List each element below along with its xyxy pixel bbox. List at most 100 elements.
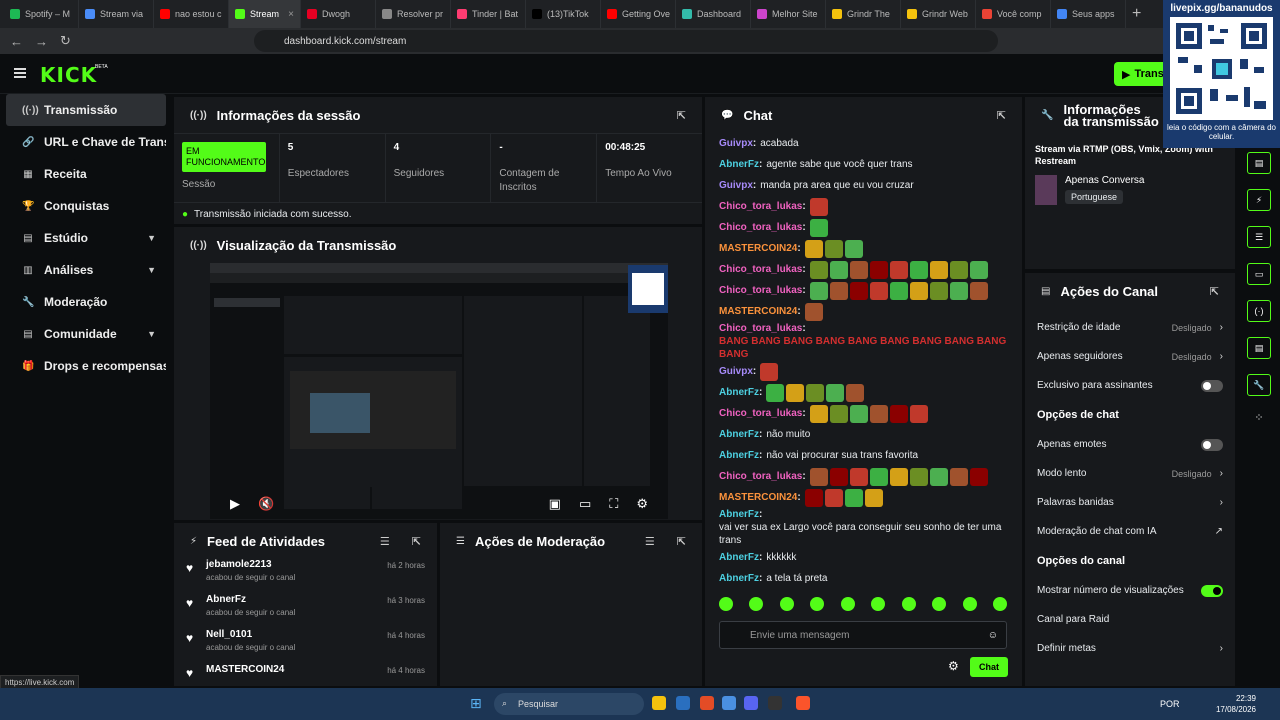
chevron-down-icon[interactable]: ▼ xyxy=(147,265,156,275)
chat-username[interactable]: MASTERCOIN24 xyxy=(719,491,797,504)
chat-username[interactable]: Chico_tora_lukas xyxy=(719,263,802,276)
sidebar-item[interactable]: ▥ Análises ▼ xyxy=(6,254,166,286)
chat-username[interactable]: AbnerFz xyxy=(719,428,759,441)
chevron-down-icon[interactable]: ▼ xyxy=(147,329,156,339)
pip-icon[interactable]: ▣ xyxy=(549,496,561,512)
chat-username[interactable]: Guivpx xyxy=(719,179,753,192)
browser-tab[interactable]: Você comp xyxy=(976,0,1051,28)
obs-icon[interactable] xyxy=(768,696,782,710)
rail-list-icon[interactable]: ☰ xyxy=(1247,226,1271,248)
settings-icon[interactable]: ⚙ xyxy=(636,496,648,512)
emoji-icon[interactable]: ☺ xyxy=(988,630,998,641)
chat-emote-icon[interactable] xyxy=(826,383,845,402)
chat-emote-icon[interactable] xyxy=(844,239,863,258)
channel-option[interactable]: Mostrar número de visualizações xyxy=(1025,576,1235,605)
chat-username[interactable]: AbnerFz xyxy=(719,551,759,564)
chat-emote-icon[interactable] xyxy=(804,302,823,321)
rail-wrench-icon[interactable]: 🔧 xyxy=(1247,374,1271,396)
edge-icon[interactable] xyxy=(722,696,736,710)
chat-emote-icon[interactable] xyxy=(809,281,828,300)
chat-username[interactable]: AbnerFz xyxy=(719,508,759,521)
chevron-right-icon[interactable]: › xyxy=(1220,643,1223,654)
chat-username[interactable]: AbnerFz xyxy=(719,386,759,399)
chat-emote-icon[interactable] xyxy=(849,260,868,279)
chat-emote-icon[interactable] xyxy=(804,488,823,507)
chat-username[interactable]: Chico_tora_lukas xyxy=(719,284,802,297)
popout-icon[interactable]: ⇱ xyxy=(1210,285,1219,298)
chat-emote-icon[interactable] xyxy=(786,383,805,402)
discord-icon[interactable] xyxy=(744,696,758,710)
brave-icon[interactable] xyxy=(796,696,810,710)
chat-emote-icon[interactable] xyxy=(806,383,825,402)
channel-option[interactable]: Palavras banidas › xyxy=(1025,488,1235,517)
chat-emote-icon[interactable] xyxy=(949,281,968,300)
chevron-right-icon[interactable]: › xyxy=(1220,351,1223,362)
rail-lightning-icon[interactable]: ⚡ xyxy=(1247,189,1271,211)
chat-emote-icon[interactable] xyxy=(804,239,823,258)
chat-emote-icon[interactable] xyxy=(929,281,948,300)
play-icon[interactable]: ▶ xyxy=(230,496,240,512)
chat-emote-icon[interactable] xyxy=(929,260,948,279)
channel-option[interactable]: Apenas seguidores Desligado › xyxy=(1025,342,1235,371)
popout-icon[interactable]: ⇱ xyxy=(677,535,686,548)
emote-picker-icon[interactable] xyxy=(962,597,977,611)
chat-emote-icon[interactable] xyxy=(849,467,868,486)
rail-chat-icon[interactable]: ▭ xyxy=(1247,263,1271,285)
channel-option[interactable]: Restrição de idade Desligado › xyxy=(1025,313,1235,342)
chat-emote-icon[interactable] xyxy=(766,383,785,402)
rail-more-icon[interactable]: ⁘ xyxy=(1238,411,1280,424)
windows-start-icon[interactable]: ⊞ xyxy=(470,695,482,712)
chat-emote-icon[interactable] xyxy=(889,281,908,300)
chevron-right-icon[interactable]: › xyxy=(1220,468,1223,479)
chat-emote-icon[interactable] xyxy=(969,260,988,279)
reload-icon[interactable]: ↻ xyxy=(60,33,71,49)
emote-picker-icon[interactable] xyxy=(810,597,825,611)
filter-icon[interactable]: ☰ xyxy=(380,535,390,548)
emote-picker-icon[interactable] xyxy=(992,597,1007,611)
rail-channel-icon[interactable]: ▤ xyxy=(1247,337,1271,359)
chevron-down-icon[interactable]: ▼ xyxy=(147,233,156,243)
chat-emote-icon[interactable] xyxy=(760,362,779,381)
chat-username[interactable]: Chico_tora_lukas xyxy=(719,407,802,420)
sidebar-item[interactable]: ▤ Estúdio ▼ xyxy=(6,222,166,254)
feed-user[interactable]: jebamole2213 xyxy=(206,559,295,570)
browser-tab[interactable]: nao estou c xyxy=(154,0,229,28)
channel-option[interactable]: Apenas emotes xyxy=(1025,430,1235,459)
popout-icon[interactable]: ⇱ xyxy=(412,535,421,548)
emote-picker-icon[interactable] xyxy=(932,597,947,611)
chat-emote-icon[interactable] xyxy=(829,281,848,300)
emote-picker-icon[interactable] xyxy=(840,597,855,611)
chat-emote-icon[interactable] xyxy=(824,239,843,258)
chat-emote-icon[interactable] xyxy=(969,281,988,300)
menu-icon[interactable] xyxy=(14,68,26,78)
chat-emote-icon[interactable] xyxy=(929,467,948,486)
chat-emote-icon[interactable] xyxy=(864,488,883,507)
chat-emote-icon[interactable] xyxy=(969,467,988,486)
browser-tab[interactable]: Grindr The xyxy=(826,0,901,28)
chat-username[interactable]: Chico_tora_lukas xyxy=(719,470,802,483)
feed-user[interactable]: AbnerFz xyxy=(206,594,295,605)
emote-picker-icon[interactable] xyxy=(719,597,733,611)
chat-username[interactable]: MASTERCOIN24 xyxy=(719,242,797,255)
sidebar-item[interactable]: 🎁 Drops e recompensas xyxy=(6,350,166,382)
chat-username[interactable]: Chico_tora_lukas xyxy=(719,221,802,234)
browser-tab[interactable]: Resolver pr xyxy=(376,0,451,28)
chat-username[interactable]: AbnerFz xyxy=(719,572,759,585)
emote-picker-icon[interactable] xyxy=(779,597,794,611)
chat-username[interactable]: Chico_tora_lukas xyxy=(719,200,802,213)
chat-emote-icon[interactable] xyxy=(849,281,868,300)
sidebar-item[interactable]: 🔗 URL e Chave de Transmissão xyxy=(6,126,166,158)
emote-picker-icon[interactable] xyxy=(749,597,764,611)
chat-emote-icon[interactable] xyxy=(829,404,848,423)
chat-emote-icon[interactable] xyxy=(869,281,888,300)
chat-emote-icon[interactable] xyxy=(889,404,908,423)
chat-username[interactable]: MASTERCOIN24 xyxy=(719,305,797,318)
browser-tab[interactable]: Tinder | Bat xyxy=(451,0,526,28)
chat-username[interactable]: AbnerFz xyxy=(719,158,759,171)
emote-picker-icon[interactable] xyxy=(901,597,916,611)
new-tab-icon[interactable]: + xyxy=(1132,5,1141,23)
feed-user[interactable]: MASTERCOIN24 xyxy=(206,664,284,675)
chevron-right-icon[interactable]: › xyxy=(1220,322,1223,333)
chat-emote-icon[interactable] xyxy=(809,467,828,486)
taskbar-search[interactable]: ⌕ Pesquisar xyxy=(494,693,644,715)
